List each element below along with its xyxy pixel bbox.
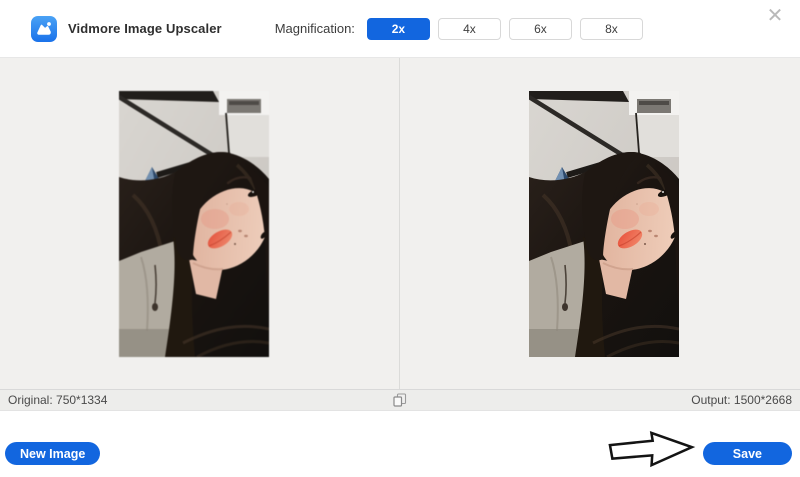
output-size-info: Output: 1500*2668 [691, 393, 792, 407]
app-title: Vidmore Image Upscaler [68, 21, 222, 36]
magnification-group: 2x 4x 6x 8x [366, 17, 643, 40]
close-icon[interactable]: ✕ [760, 2, 790, 30]
save-button[interactable]: Save [702, 442, 792, 465]
compare-icon[interactable] [391, 391, 409, 409]
original-image-panel [0, 58, 400, 389]
magnification-8x-button[interactable]: 8x [579, 17, 643, 40]
magnification-label: Magnification: [274, 21, 355, 36]
new-image-button[interactable]: New Image [5, 442, 101, 465]
upscaled-image-preview [529, 91, 679, 357]
magnification-6x-button[interactable]: 6x [508, 17, 572, 40]
magnification-2x-button[interactable]: 2x [366, 17, 430, 40]
original-image-preview [119, 91, 269, 357]
upscaled-image-panel [400, 58, 800, 389]
magnification-4x-button[interactable]: 4x [437, 17, 501, 40]
hand-drawn-arrow-annotation [608, 431, 696, 468]
action-bar: New Image Save [0, 411, 800, 476]
title-bar: Vidmore Image Upscaler Magnification: 2x… [0, 0, 800, 58]
preview-area [0, 58, 800, 389]
status-bar: Original: 750*1334 Output: 1500*2668 [0, 389, 800, 411]
vidmore-logo-icon [31, 15, 57, 42]
original-size-info: Original: 750*1334 [8, 393, 108, 407]
